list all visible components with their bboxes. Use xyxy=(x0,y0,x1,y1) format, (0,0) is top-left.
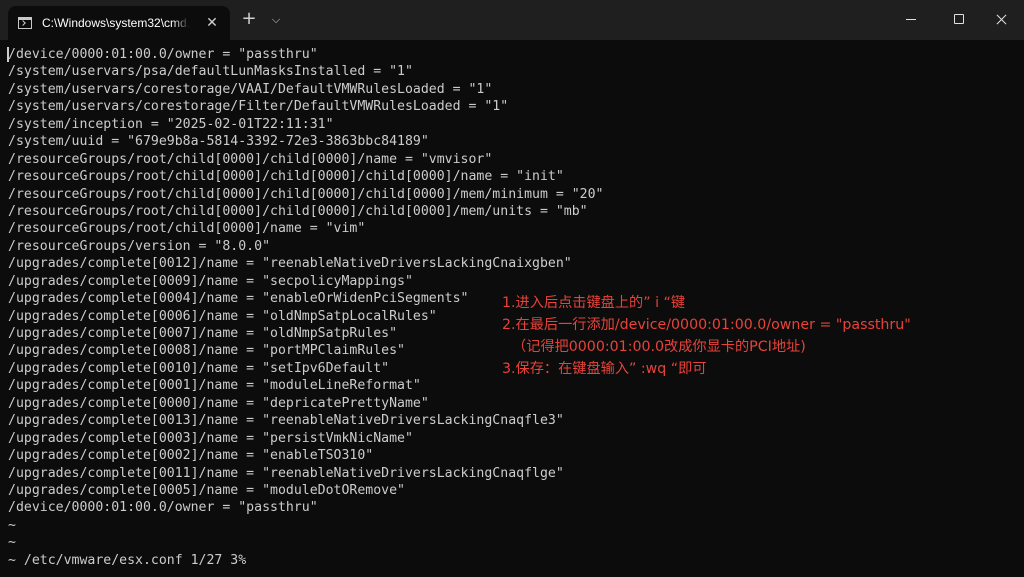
terminal-line: /resourceGroups/root/child[0000]/child[0… xyxy=(8,151,493,167)
title-bar: C:\Windows\system32\cmd.exe ✕ + ⌵ xyxy=(0,0,1024,40)
terminal-line: /system/uservars/psa/defaultLunMasksInst… xyxy=(8,64,413,80)
status-line: ~ /etc/vmware/esx.conf 1/27 3% xyxy=(8,552,247,568)
terminal-line: /system/uservars/corestorage/VAAI/Defaul… xyxy=(8,81,493,97)
terminal-line: /upgrades/complete[0012]/name = "reenabl… xyxy=(8,256,572,272)
new-tab-icon[interactable]: + xyxy=(237,8,261,29)
instruction-annotation: 1.进入后点击键盘上的” i “键 2.在最后一行添加/device/0000:… xyxy=(502,292,911,380)
close-button[interactable] xyxy=(978,0,1024,38)
minimize-button[interactable] xyxy=(888,0,934,38)
terminal-line: /upgrades/complete[0009]/name = "secpoli… xyxy=(8,273,413,289)
terminal-line: /upgrades/complete[0000]/name = "deprica… xyxy=(8,395,429,411)
terminal-line: /system/uuid = "679e9b8a-5814-3392-72e3-… xyxy=(8,134,429,150)
terminal-line: /upgrades/complete[0003]/name = "persist… xyxy=(8,430,413,446)
terminal-line: /resourceGroups/root/child[0000]/child[0… xyxy=(8,169,564,185)
annotation-step-3: 3.保存：在键盘输入” :wq “即可 xyxy=(502,361,707,377)
terminal-line: /upgrades/complete[0011]/name = "reenabl… xyxy=(8,465,564,481)
terminal-line: /resourceGroups/root/child[0000]/child[0… xyxy=(8,203,588,219)
annotation-step-1: 1.进入后点击键盘上的” i “键 xyxy=(502,295,686,311)
terminal-line: /upgrades/complete[0005]/name = "moduleD… xyxy=(8,482,405,498)
maximize-icon xyxy=(954,14,964,24)
chevron-down-icon[interactable]: ⌵ xyxy=(264,13,288,27)
terminal-line: /resourceGroups/root/child[0000]/name = … xyxy=(8,221,366,237)
tab-title: C:\Windows\system32\cmd.exe xyxy=(42,16,190,30)
tab-close-icon[interactable]: ✕ xyxy=(202,15,222,31)
terminal-line: /system/uservars/corestorage/Filter/Defa… xyxy=(8,99,509,115)
terminal-line: ~ xyxy=(8,535,16,551)
annotation-step-2: 2.在最后一行添加/device/0000:01:00.0/owner = "p… xyxy=(502,317,911,333)
terminal-line: /system/inception = "2025-02-01T22:11:31… xyxy=(8,116,334,132)
minimize-icon xyxy=(906,18,916,20)
terminal-window: C:\Windows\system32\cmd.exe ✕ + ⌵ /devic… xyxy=(0,0,1024,577)
terminal-icon xyxy=(18,17,32,29)
terminal-line: /device/0000:01:00.0/owner = "passthru" xyxy=(8,500,318,516)
annotation-note: （记得把0000:01:00.0改成你显卡的PCI地址) xyxy=(512,339,806,355)
terminal-line: /device/0000:01:00.0/owner = "passthru" xyxy=(8,47,318,62)
terminal-line: /resourceGroups/version = "8.0.0" xyxy=(8,238,271,254)
terminal-line: /upgrades/complete[0002]/name = "enableT… xyxy=(8,448,374,464)
terminal-line: ~ xyxy=(8,517,16,533)
terminal-tab[interactable]: C:\Windows\system32\cmd.exe ✕ xyxy=(8,6,230,40)
terminal-line: /resourceGroups/root/child[0000]/child[0… xyxy=(8,186,604,202)
maximize-button[interactable] xyxy=(936,0,982,38)
terminal-line: /upgrades/complete[0013]/name = "reenabl… xyxy=(8,413,564,429)
close-icon xyxy=(996,14,1007,25)
